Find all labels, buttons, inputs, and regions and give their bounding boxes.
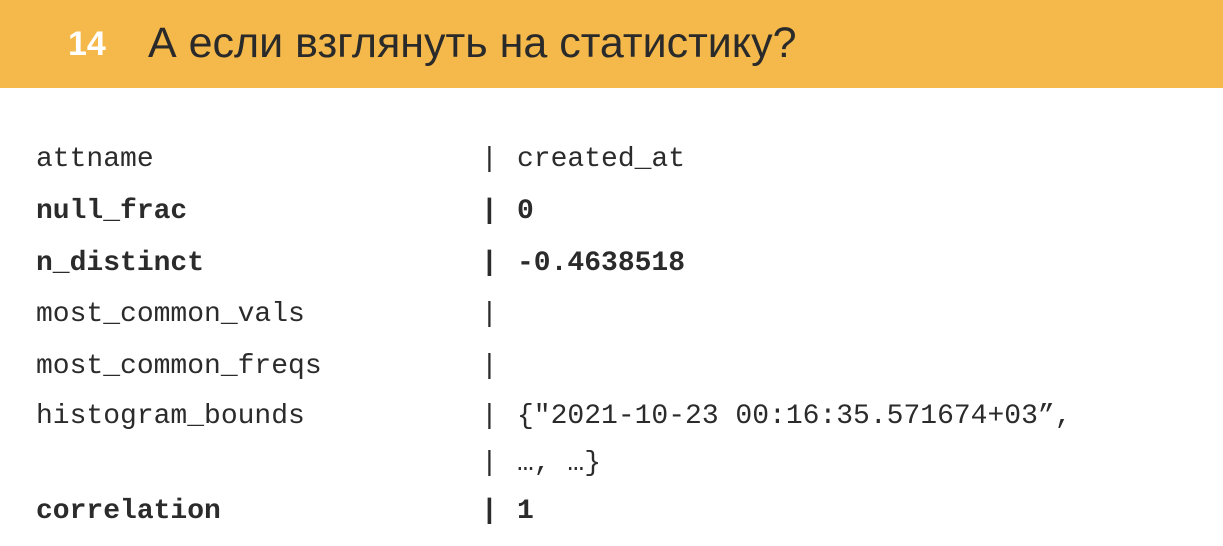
stat-row-histogram-bounds-cont: | …, …} — [0, 444, 1223, 484]
column-separator: | — [481, 196, 498, 227]
stat-value: created_at — [517, 144, 686, 175]
stat-value: -0.4638518 — [517, 248, 686, 279]
column-separator: | — [481, 448, 498, 479]
stat-row-n-distinct: n_distinct | -0.4638518 — [0, 244, 1223, 284]
stat-name: null_frac — [36, 196, 188, 227]
stat-row-histogram-bounds: histogram_bounds | {"2021-10-23 00:16:35… — [0, 397, 1223, 437]
stat-name: histogram_bounds — [36, 401, 305, 432]
stat-value: 1 — [517, 496, 534, 527]
stat-name: n_distinct — [36, 248, 205, 279]
stat-name: attname — [36, 144, 154, 175]
statistics-table: attname | created_at null_frac | 0 n_dis… — [0, 0, 1223, 546]
stat-name: correlation — [36, 496, 221, 527]
column-separator: | — [481, 248, 498, 279]
column-separator: | — [481, 144, 498, 175]
stat-value: …, …} — [517, 448, 602, 479]
stat-row-correlation: correlation | 1 — [0, 492, 1223, 532]
column-separator: | — [481, 351, 498, 382]
stat-value: 0 — [517, 196, 534, 227]
stat-name: most_common_vals — [36, 299, 305, 330]
column-separator: | — [481, 299, 498, 330]
column-separator: | — [481, 401, 498, 432]
stat-name: most_common_freqs — [36, 351, 322, 382]
stat-value: {"2021-10-23 00:16:35.571674+03”, — [517, 401, 1072, 432]
stat-row-most-common-vals: most_common_vals | — [0, 295, 1223, 335]
column-separator: | — [481, 496, 498, 527]
stat-row-null-frac: null_frac | 0 — [0, 192, 1223, 232]
stat-row-attname: attname | created_at — [0, 140, 1223, 180]
stat-row-most-common-freqs: most_common_freqs | — [0, 347, 1223, 387]
